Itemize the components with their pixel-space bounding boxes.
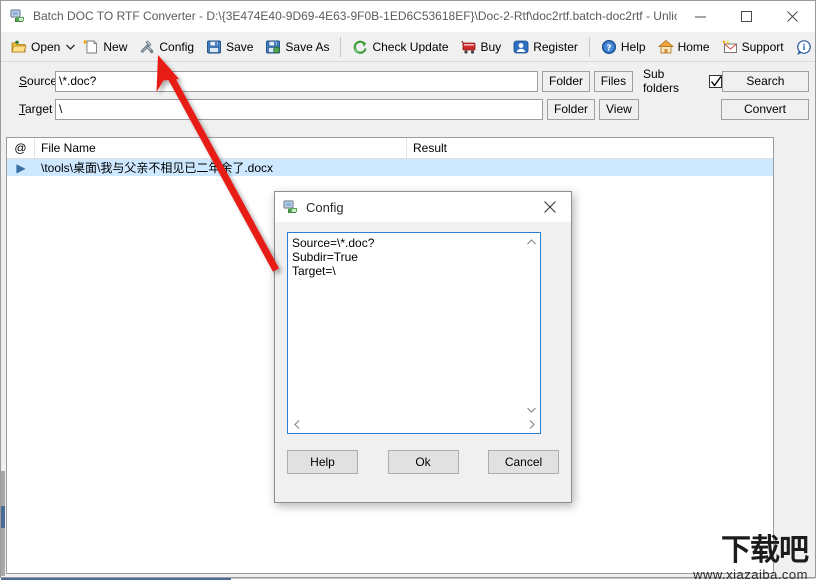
- toolbar-button-open[interactable]: Open: [6, 35, 65, 59]
- mail-support-icon: [722, 39, 738, 55]
- horizontal-scrollbar-thumb[interactable]: [1, 578, 231, 580]
- toolbar-label-save: Save: [226, 39, 254, 54]
- toolbar-label-new: New: [103, 39, 128, 54]
- help-icon: ?: [601, 39, 617, 55]
- config-dialog-title-bar: Config: [275, 192, 571, 222]
- config-ok-button[interactable]: Ok: [387, 450, 459, 474]
- config-dialog: Config Source=\*.doc? Subdir=True Target…: [274, 191, 572, 503]
- open-dropdown-chevron-down-icon[interactable]: [66, 35, 76, 59]
- source-label: Source: [19, 74, 58, 88]
- config-textarea[interactable]: Source=\*.doc? Subdir=True Target=\: [287, 232, 541, 434]
- app-converter-icon: [283, 199, 299, 215]
- paths-form: Source \*.doc? Folder Files Sub folders …: [1, 62, 815, 132]
- toolbar-separator: [588, 36, 590, 57]
- config-dialog-buttons: Help Ok Cancel: [275, 434, 571, 474]
- row-file-name: \tools\桌面\我与父亲不相见已二年余了.docx: [41, 161, 274, 175]
- floppy-save-icon: [206, 39, 222, 55]
- bottom-scroll-strip: [0, 578, 816, 586]
- toolbar-button-register[interactable]: Register: [508, 35, 583, 59]
- floppy-save-as-icon: [265, 39, 281, 55]
- config-help-button[interactable]: Help: [287, 450, 358, 474]
- toolbar-label-config: Config: [159, 39, 195, 54]
- toolbar-label-home: Home: [677, 39, 710, 54]
- toolbar-button-help[interactable]: ? Help: [596, 35, 651, 59]
- chevron-left-icon[interactable]: [288, 416, 305, 433]
- sub-folders-label: Sub folders: [642, 67, 679, 95]
- home-icon: [657, 39, 674, 55]
- toolbar-button-about[interactable]: i About: [791, 35, 816, 59]
- svg-text:i: i: [802, 42, 805, 52]
- info-icon: i: [796, 39, 812, 55]
- search-button[interactable]: Search: [721, 70, 809, 92]
- source-row: Source \*.doc? Folder Files Sub folders …: [7, 67, 809, 95]
- toolbar-label-open: Open: [31, 39, 61, 54]
- tools-icon: [139, 39, 155, 55]
- window-title: Batch DOC TO RTF Converter - D:\{3E474E4…: [33, 9, 677, 23]
- config-textarea-value: Source=\*.doc? Subdir=True Target=\: [292, 236, 375, 278]
- toolbar-button-home[interactable]: Home: [653, 35, 715, 59]
- refresh-icon: [352, 39, 368, 55]
- chevron-right-icon[interactable]: [523, 416, 540, 433]
- convert-button[interactable]: Convert: [721, 98, 809, 120]
- minimize-icon[interactable]: [677, 1, 723, 31]
- toolbar-label-support: Support: [741, 39, 784, 54]
- toolbar: Open New Config Save Save As Check Updat…: [1, 32, 816, 62]
- column-header-file-name[interactable]: File Name: [35, 138, 407, 158]
- row-marker-play-icon: ▶: [16, 160, 26, 175]
- column-header-result[interactable]: Result: [407, 138, 773, 158]
- app-converter-icon: [10, 8, 26, 24]
- config-horizontal-scrollbar[interactable]: [288, 415, 540, 433]
- close-icon[interactable]: [529, 192, 571, 222]
- close-icon[interactable]: [769, 1, 815, 31]
- toolbar-label-help: Help: [620, 39, 646, 54]
- list-vertical-scrollbar-thumb[interactable]: [1, 506, 5, 528]
- column-header-at[interactable]: @: [7, 138, 35, 158]
- new-document-icon: [83, 39, 99, 55]
- config-cancel-button[interactable]: Cancel: [488, 450, 559, 474]
- toolbar-button-new[interactable]: New: [78, 35, 132, 59]
- toolbar-label-buy: Buy: [480, 39, 502, 54]
- config-dialog-title: Config: [306, 199, 344, 215]
- toolbar-label-save-as: Save As: [285, 39, 330, 54]
- cart-icon: [460, 39, 477, 55]
- window-controls: [677, 1, 815, 31]
- table-row[interactable]: ▶ \tools\桌面\我与父亲不相见已二年余了.docx: [7, 159, 773, 176]
- toolbar-button-save-as[interactable]: Save As: [260, 35, 334, 59]
- target-view-button[interactable]: View: [599, 98, 639, 120]
- target-row: Target \ Folder View Convert: [7, 98, 809, 120]
- toolbar-button-check-update[interactable]: Check Update: [347, 35, 453, 59]
- source-folder-button[interactable]: Folder: [542, 70, 590, 92]
- source-input-value: \*.doc?: [59, 74, 97, 88]
- config-vertical-scrollbar[interactable]: [522, 233, 540, 418]
- target-folder-button[interactable]: Folder: [547, 98, 596, 120]
- source-input[interactable]: \*.doc?: [55, 70, 539, 92]
- target-label: Target: [19, 102, 53, 116]
- target-input-value: \: [59, 102, 63, 116]
- toolbar-label-register: Register: [533, 39, 578, 54]
- file-list-header: @ File Name Result: [7, 138, 773, 159]
- toolbar-button-support[interactable]: Support: [717, 35, 789, 59]
- toolbar-button-config[interactable]: Config: [134, 35, 199, 59]
- config-dialog-body: Source=\*.doc? Subdir=True Target=\: [275, 222, 571, 434]
- toolbar-button-buy[interactable]: Buy: [456, 35, 507, 59]
- toolbar-separator: [340, 36, 342, 57]
- maximize-icon[interactable]: [723, 1, 769, 31]
- toolbar-button-save[interactable]: Save: [201, 35, 258, 59]
- key-user-icon: [513, 39, 529, 55]
- title-bar: Batch DOC TO RTF Converter - D:\{3E474E4…: [1, 1, 815, 32]
- svg-text:?: ?: [607, 43, 612, 52]
- source-files-button[interactable]: Files: [593, 70, 633, 92]
- sub-folders-checkbox-wrap[interactable]: Sub folders: [643, 67, 722, 95]
- sub-folders-checkbox[interactable]: [708, 74, 722, 88]
- chevron-up-icon[interactable]: [523, 233, 540, 250]
- open-folder-icon: [11, 39, 27, 55]
- toolbar-label-check-update: Check Update: [372, 39, 449, 54]
- target-input[interactable]: \: [55, 98, 543, 120]
- horizontal-scrollbar-track[interactable]: [231, 578, 815, 579]
